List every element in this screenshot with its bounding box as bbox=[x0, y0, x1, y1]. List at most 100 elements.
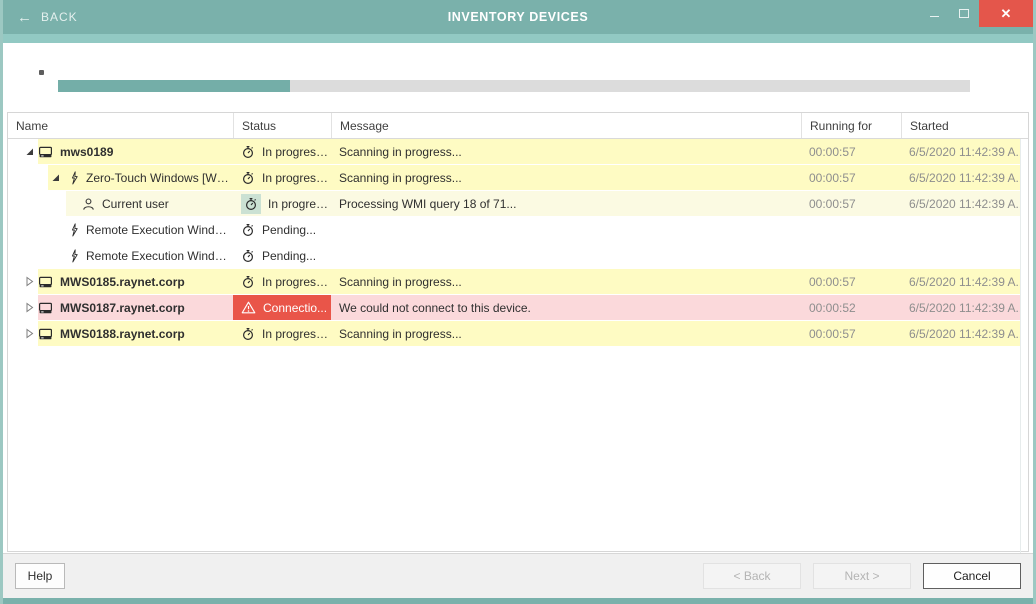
expander-collapsed-icon[interactable] bbox=[20, 295, 38, 320]
table-row[interactable]: Current user In progress...Processing WMI… bbox=[8, 191, 1028, 216]
progress-zone bbox=[3, 43, 1033, 112]
bolt-icon bbox=[69, 171, 79, 185]
column-header-started[interactable]: Started bbox=[901, 113, 1021, 138]
table-row[interactable]: Zero-Touch Windows [WMI...In progress...… bbox=[8, 165, 1028, 190]
window-controls: ✕ bbox=[919, 0, 1033, 34]
table-row[interactable]: MWS0188.raynet.corp In progress...Scannin… bbox=[8, 321, 1028, 346]
name-highlight: MWS0188.raynet.corp bbox=[38, 321, 233, 346]
stopwatch-icon bbox=[241, 145, 255, 159]
status-cell: Pending... bbox=[233, 243, 331, 268]
started-cell: 6/5/2020 11:42:39 A... bbox=[901, 165, 1021, 190]
maximize-button[interactable] bbox=[949, 0, 979, 27]
device-name-label: Remote Execution Windows... bbox=[86, 249, 233, 263]
started-cell: 6/5/2020 11:42:39 A... bbox=[901, 321, 1021, 346]
name-highlight: mws0189 bbox=[38, 139, 233, 164]
bolt-icon bbox=[69, 223, 79, 237]
status-cell: Connectio... bbox=[233, 295, 331, 320]
table-row[interactable]: Remote Execution Windows... Pending... bbox=[8, 217, 1028, 242]
back-button[interactable]: < Back bbox=[703, 563, 801, 589]
minimize-button[interactable] bbox=[919, 0, 949, 27]
main-content: Name Status Message Running for Started … bbox=[3, 43, 1033, 553]
column-separator-line bbox=[1020, 139, 1021, 553]
message-cell: We could not connect to this device. bbox=[331, 295, 801, 320]
title-bar: ← BACK INVENTORY DEVICES ✕ bbox=[3, 0, 1033, 34]
started-cell bbox=[901, 217, 1021, 242]
table-row[interactable]: MWS0185.raynet.corpIn progress...Scannin… bbox=[8, 269, 1028, 294]
tree-indent bbox=[8, 243, 48, 268]
help-button[interactable]: Help bbox=[15, 563, 65, 589]
computer-icon bbox=[38, 275, 53, 289]
footer-bar: Help < Back Next > Cancel bbox=[3, 553, 1033, 598]
status-label: Pending... bbox=[262, 223, 316, 237]
status-cell: In progress... bbox=[233, 165, 331, 190]
started-cell: 6/5/2020 11:42:39 A... bbox=[901, 191, 1021, 216]
stopwatch-icon bbox=[241, 249, 255, 263]
computer-icon bbox=[38, 145, 53, 159]
window-bottom-border bbox=[3, 598, 1033, 604]
tree-indent bbox=[8, 191, 66, 216]
status-cell: In progress... bbox=[233, 139, 331, 164]
stopwatch-icon bbox=[244, 197, 258, 211]
status-label: In progress... bbox=[268, 197, 331, 211]
device-name-label: Zero-Touch Windows [WMI... bbox=[86, 171, 233, 185]
running-for-cell: 00:00:57 bbox=[801, 165, 901, 190]
name-cell: Remote Execution Windows... bbox=[8, 243, 233, 268]
stopwatch-icon bbox=[241, 327, 255, 341]
expander-expanded-icon[interactable] bbox=[48, 165, 62, 190]
name-highlight: Current user bbox=[66, 191, 233, 216]
device-name-label: MWS0188.raynet.corp bbox=[60, 327, 185, 341]
title-bar-accent-strip bbox=[3, 34, 1033, 43]
status-cell: In progress... bbox=[233, 191, 331, 216]
column-header-name[interactable]: Name bbox=[8, 113, 233, 138]
column-header-status[interactable]: Status bbox=[233, 113, 331, 138]
warning-icon bbox=[241, 301, 256, 314]
expander-spacer bbox=[48, 217, 62, 242]
status-cell: In progress... bbox=[233, 321, 331, 346]
running-for-cell bbox=[801, 217, 901, 242]
name-cell: Current user bbox=[8, 191, 233, 216]
running-for-cell: 00:00:57 bbox=[801, 139, 901, 164]
status-label: Pending... bbox=[262, 249, 316, 263]
tree-indent bbox=[8, 269, 20, 294]
table-body: mws0189In progress...Scanning in progres… bbox=[8, 139, 1028, 346]
name-cell: Remote Execution Windows... bbox=[8, 217, 233, 242]
table-row[interactable]: Remote Execution Windows... Pending... bbox=[8, 243, 1028, 268]
status-icon-box bbox=[241, 194, 261, 214]
cancel-button[interactable]: Cancel bbox=[923, 563, 1021, 589]
status-label: Connectio... bbox=[263, 301, 327, 315]
running-for-cell: 00:00:57 bbox=[801, 191, 901, 216]
running-for-cell: 00:00:57 bbox=[801, 321, 901, 346]
user-icon bbox=[82, 197, 95, 211]
tree-indent bbox=[8, 321, 20, 346]
started-cell: 6/5/2020 11:42:39 A... bbox=[901, 139, 1021, 164]
device-table: Name Status Message Running for Started … bbox=[7, 112, 1029, 552]
running-for-cell: 00:00:52 bbox=[801, 295, 901, 320]
stopwatch-icon bbox=[241, 223, 255, 237]
running-for-cell: 00:00:57 bbox=[801, 269, 901, 294]
expander-collapsed-icon[interactable] bbox=[20, 321, 38, 346]
inventory-devices-window: ← BACK INVENTORY DEVICES ✕ Name Status M… bbox=[0, 0, 1036, 604]
column-header-running-for[interactable]: Running for bbox=[801, 113, 901, 138]
name-highlight: MWS0187.raynet.corp bbox=[38, 295, 233, 320]
device-name-label: MWS0187.raynet.corp bbox=[60, 301, 185, 315]
column-header-message[interactable]: Message bbox=[331, 113, 801, 138]
minimize-icon bbox=[930, 16, 939, 17]
expander-expanded-icon[interactable] bbox=[20, 139, 38, 164]
wizard-buttons: < Back Next > Cancel bbox=[703, 563, 1021, 589]
stopwatch-icon bbox=[241, 275, 255, 289]
message-cell: Scanning in progress... bbox=[331, 321, 801, 346]
name-cell: MWS0187.raynet.corp bbox=[8, 295, 233, 320]
status-cell: Pending... bbox=[233, 217, 331, 242]
started-cell: 6/5/2020 11:42:39 A... bbox=[901, 295, 1021, 320]
device-name-label: mws0189 bbox=[60, 145, 113, 159]
computer-icon bbox=[38, 301, 53, 315]
message-cell: Scanning in progress... bbox=[331, 165, 801, 190]
message-cell: Processing WMI query 18 of 71... bbox=[331, 191, 801, 216]
message-cell: Scanning in progress... bbox=[331, 269, 801, 294]
table-row[interactable]: mws0189In progress...Scanning in progres… bbox=[8, 139, 1028, 164]
status-label: In progress... bbox=[262, 145, 331, 159]
table-row[interactable]: MWS0187.raynet.corp Connectio... We could … bbox=[8, 295, 1028, 320]
expander-collapsed-icon[interactable] bbox=[20, 269, 38, 294]
close-button[interactable]: ✕ bbox=[979, 0, 1033, 27]
next-button[interactable]: Next > bbox=[813, 563, 911, 589]
